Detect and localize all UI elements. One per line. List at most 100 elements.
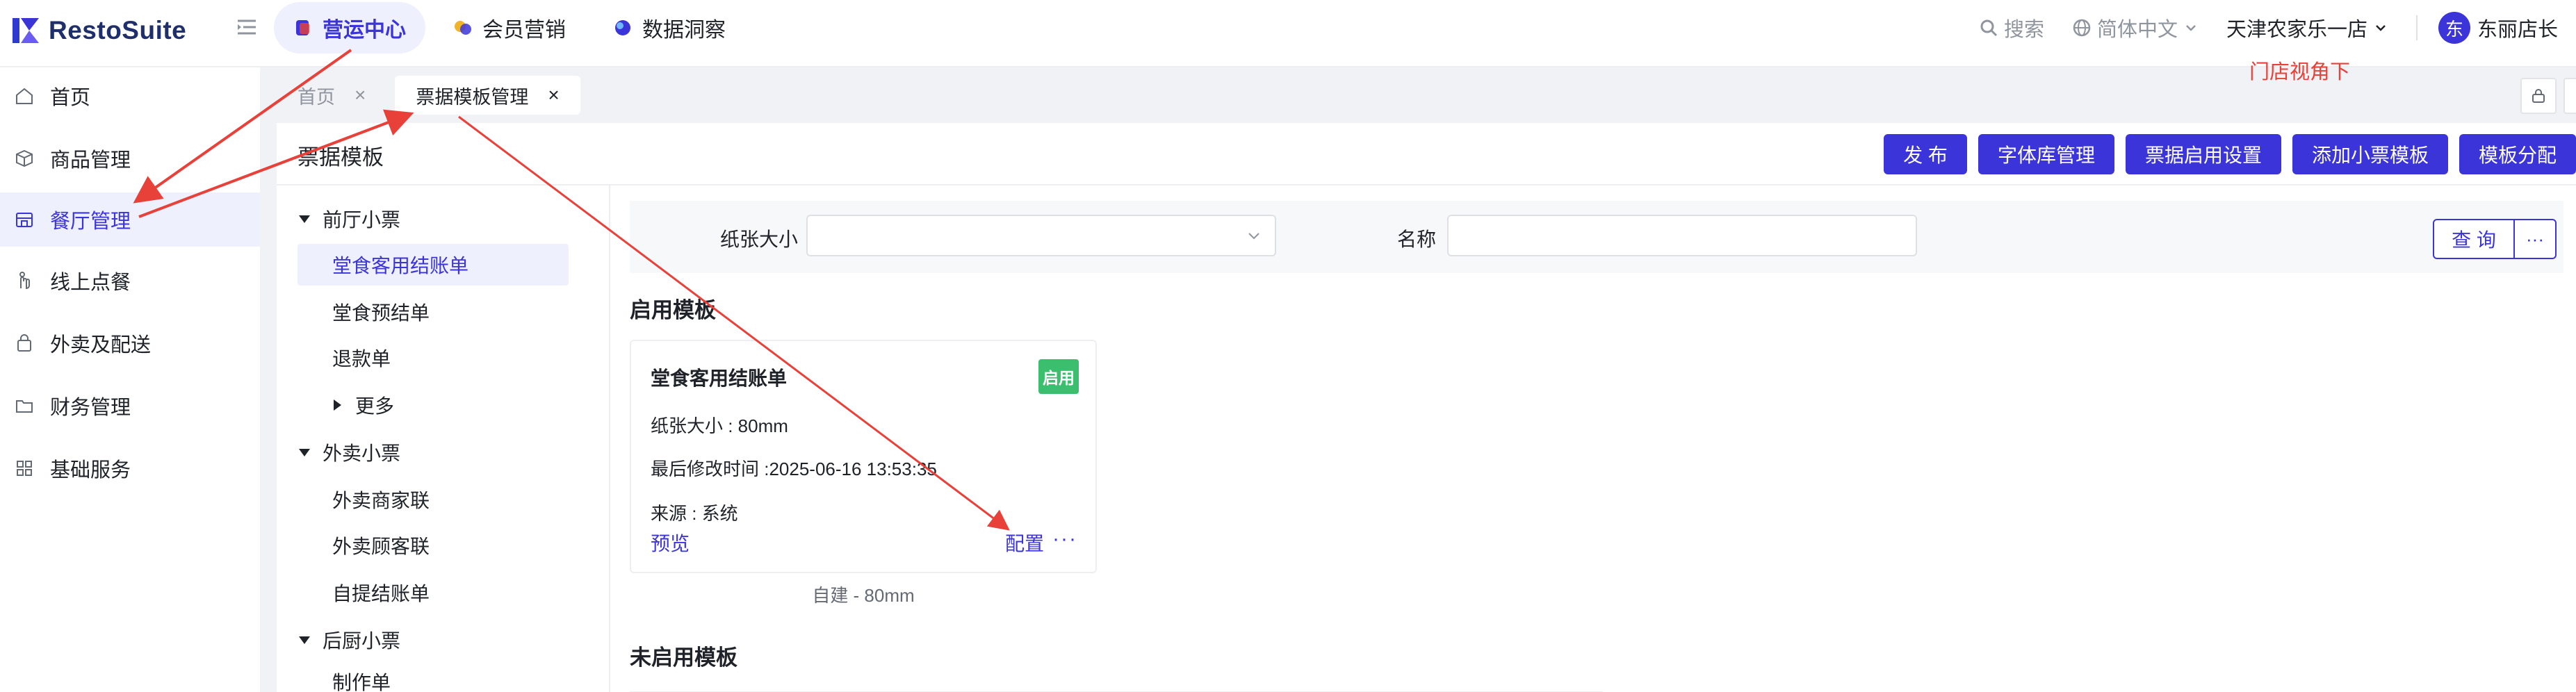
- caret-down-icon: [299, 215, 310, 223]
- language-selector[interactable]: 简体中文: [2072, 13, 2199, 42]
- tree-item-label: 自提结账单: [332, 583, 430, 604]
- sidebar-item-restaurant[interactable]: 餐厅管理: [0, 192, 260, 247]
- tree-item-delivery-merchant[interactable]: 外卖商家联: [332, 479, 430, 520]
- store-icon: [16, 213, 33, 227]
- tree-group-label: 外卖小票: [323, 443, 401, 464]
- search-button[interactable]: 搜索: [1979, 13, 2044, 42]
- preview-link[interactable]: 预览: [651, 529, 690, 557]
- data-insights-icon: [615, 20, 630, 35]
- tree-item-more[interactable]: 更多: [334, 384, 394, 426]
- tree-group-kitchen[interactable]: 后厨小票: [299, 619, 400, 661]
- query-button[interactable]: 查 询: [2433, 219, 2515, 259]
- nav-member-marketing-label: 会员营销: [482, 19, 566, 42]
- top-right-tools: 搜索 简体中文 天津农家乐一店 东 东丽店长: [1951, 0, 2558, 56]
- globe-icon: [2073, 19, 2091, 37]
- tree-item-production[interactable]: 制作单: [332, 665, 391, 692]
- search-icon: [1980, 19, 1997, 37]
- hand-icon: [19, 272, 30, 290]
- template-card: 堂食客用结账单 启用 纸张大小 : 80mm 最后修改时间 :2025-06-1…: [630, 340, 1097, 573]
- caret-down-icon: [299, 448, 310, 456]
- box-icon: [16, 149, 33, 167]
- status-badge: 启用: [1038, 359, 1079, 394]
- enabled-section-title: 启用模板: [630, 298, 716, 322]
- tree-item-delivery-customer[interactable]: 外卖顾客联: [332, 525, 430, 566]
- tab-receipt-template-management[interactable]: 票据模板管理 ×: [395, 76, 580, 115]
- sidebar-item-delivery[interactable]: 外卖及配送: [0, 316, 260, 370]
- add-receipt-template-button[interactable]: 添加小票模板: [2292, 134, 2448, 174]
- font-library-button[interactable]: 字体库管理: [1978, 134, 2114, 174]
- tree-group-front[interactable]: 前厅小票: [299, 198, 400, 240]
- top-nav: 营运中心 会员营销 数据洞察: [274, 0, 753, 56]
- template-paper-size: 纸张大小 : 80mm: [651, 415, 788, 436]
- tree-item-dine-in-bill[interactable]: 堂食客用结账单: [297, 244, 569, 286]
- menu-collapse-icon[interactable]: [235, 15, 259, 39]
- publish-button[interactable]: 发 布: [1884, 134, 1967, 174]
- tree-item-refund[interactable]: 退款单: [332, 337, 391, 379]
- name-input[interactable]: [1447, 215, 1917, 256]
- sidebar-item-label: 线上点餐: [50, 272, 131, 294]
- nav-operations[interactable]: 营运中心: [274, 2, 425, 53]
- nav-member-marketing[interactable]: 会员营销: [434, 2, 585, 53]
- chevron-down-icon: [1248, 233, 1260, 240]
- paper-size-select[interactable]: [806, 215, 1276, 256]
- tree-item-label: 外卖商家联: [332, 490, 430, 511]
- user-menu[interactable]: 东 东丽店长: [2438, 12, 2558, 44]
- template-caption: 自建 - 80mm: [812, 585, 915, 606]
- lock-icon: [2532, 89, 2545, 103]
- sidebar-item-label: 商品管理: [50, 149, 131, 172]
- template-assignment-button[interactable]: 模板分配: [2459, 134, 2576, 174]
- app-name: RestoSuite: [49, 16, 187, 44]
- user-name: 东丽店长: [2477, 19, 2558, 41]
- nav-operations-label: 营运中心: [323, 19, 406, 42]
- tree-group-label: 后厨小票: [323, 630, 401, 652]
- chevron-down-icon: [2376, 25, 2386, 31]
- sidebar-item-label: 首页: [50, 87, 91, 109]
- tab-label: 票据模板管理: [416, 86, 529, 108]
- sidebar-item-online-ordering[interactable]: 线上点餐: [0, 254, 260, 308]
- tab-home[interactable]: 首页 ×: [277, 76, 386, 115]
- tree-group-label: 前厅小票: [323, 209, 401, 231]
- configure-link[interactable]: 配置: [1005, 529, 1044, 557]
- tree-item-label: 退款单: [332, 348, 391, 370]
- sidebar-item-basic-services[interactable]: 基础服务: [0, 441, 260, 495]
- nav-data-insights[interactable]: 数据洞察: [594, 2, 745, 53]
- close-icon[interactable]: ×: [354, 84, 366, 106]
- avatar: 东: [2438, 12, 2470, 44]
- sidebar-item-label: 财务管理: [50, 397, 131, 419]
- tree-item-label: 堂食预结单: [332, 302, 430, 324]
- tab-label: 首页: [297, 86, 335, 108]
- filter-bar: 纸张大小 名称 查 询 ···: [630, 201, 2563, 273]
- tree-item-dine-in-prebill[interactable]: 堂食预结单: [332, 291, 430, 333]
- tree-item-label: 制作单: [332, 672, 391, 692]
- tabs-tool-button[interactable]: [2520, 78, 2557, 114]
- logo[interactable]: RestoSuite: [11, 11, 186, 50]
- tabs-more-button[interactable]: [2563, 78, 2576, 114]
- tree-group-delivery[interactable]: 外卖小票: [299, 431, 400, 473]
- sidebar-item-label: 基础服务: [50, 459, 131, 481]
- more-filter-button[interactable]: ···: [2513, 219, 2557, 259]
- action-buttons: 发 布 字体库管理 票据启用设置 添加小票模板 模板分配: [1873, 134, 2576, 174]
- template-modified-time: 最后修改时间 :2025-06-16 13:53:35: [651, 459, 937, 479]
- tree-item-pickup-bill[interactable]: 自提结账单: [332, 572, 430, 613]
- folder-icon: [16, 400, 33, 413]
- logo-mark-icon: [13, 18, 39, 43]
- tree-item-label: 更多: [355, 395, 395, 417]
- sidebar-item-finance[interactable]: 财务管理: [0, 379, 260, 433]
- home-icon: [16, 88, 33, 104]
- template-name: 堂食客用结账单: [651, 368, 788, 389]
- member-marketing-icon: [455, 21, 471, 35]
- disabled-section-title: 未启用模板: [630, 645, 737, 670]
- annotation-text: 门店视角下: [2249, 61, 2351, 83]
- template-content: 纸张大小 名称 查 询 ··· 启用模板 堂食客用结账单 启用 纸张大小 : 8…: [630, 201, 2576, 692]
- card-more-button[interactable]: ···: [1052, 527, 1077, 551]
- page-title: 票据模板: [297, 145, 384, 170]
- close-icon[interactable]: ×: [548, 84, 559, 106]
- grid-icon: [17, 461, 32, 476]
- template-tree: 前厅小票 堂食客用结账单 堂食预结单 退款单 更多 外卖小票 外卖商家联 外卖顾…: [277, 186, 610, 692]
- sidebar-item-products[interactable]: 商品管理: [0, 131, 260, 186]
- store-selector[interactable]: 天津农家乐一店: [2226, 13, 2388, 42]
- operations-icon: [296, 20, 309, 35]
- sidebar: 首页 商品管理 餐厅管理 线上点餐 外卖及配送 财务管理 基础服务: [0, 67, 260, 692]
- sidebar-item-home[interactable]: 首页: [0, 69, 260, 123]
- receipt-enable-settings-button[interactable]: 票据启用设置: [2125, 134, 2281, 174]
